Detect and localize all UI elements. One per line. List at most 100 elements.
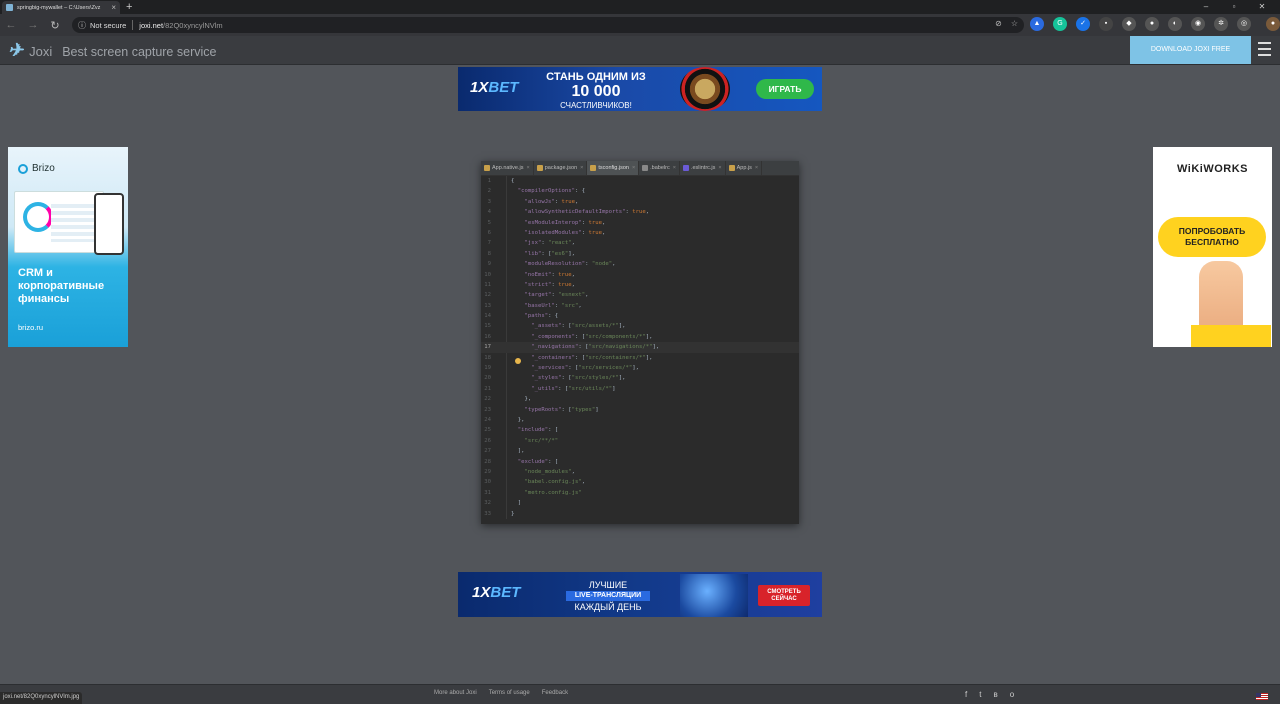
editor-tab[interactable]: .eslintrc.js × bbox=[680, 161, 726, 175]
extension-icon[interactable]: ◎ bbox=[1237, 17, 1251, 31]
maximize-icon[interactable]: ▫ bbox=[1220, 0, 1248, 14]
hamburger-menu-icon[interactable] bbox=[1258, 42, 1271, 56]
editor-tab-label: .eslintrc.js bbox=[690, 165, 716, 171]
extension-icon[interactable]: ✓ bbox=[1076, 17, 1090, 31]
line-number: 10 bbox=[484, 271, 491, 278]
info-icon[interactable]: ⓘ bbox=[78, 20, 86, 31]
code-line: 16 "_components": ["src/components/*"], bbox=[481, 332, 799, 342]
line-number: 28 bbox=[484, 458, 491, 465]
code-text: { bbox=[511, 178, 515, 184]
extension-icon[interactable]: ✲ bbox=[1214, 17, 1228, 31]
code-text: "_navigations": ["src/navigations/*"], bbox=[531, 344, 660, 351]
line-number: 33 bbox=[484, 510, 491, 517]
code-line: 30 "babel.config.js", bbox=[481, 477, 799, 487]
line-number: 14 bbox=[484, 313, 491, 320]
facebook-icon[interactable]: f bbox=[965, 690, 967, 699]
line-number: 27 bbox=[484, 448, 491, 455]
banner-line3: СЧАСТЛИВЧИКОВ! bbox=[560, 101, 632, 110]
url-domain: joxi.net bbox=[139, 20, 164, 30]
footer-link-feedback[interactable]: Feedback bbox=[542, 690, 568, 696]
extension-icon[interactable]: ▪ bbox=[1099, 17, 1113, 31]
reload-icon[interactable]: ↻ bbox=[44, 19, 66, 32]
footer-link-terms[interactable]: Terms of usage bbox=[489, 690, 530, 696]
code-text: "_services": ["src/services/*"], bbox=[531, 365, 640, 372]
editor-tabs: App.native.js × package.json × tsconfig.json… bbox=[481, 161, 799, 176]
tab-close-icon[interactable]: × bbox=[111, 3, 116, 12]
code-line: 27 ], bbox=[481, 446, 799, 456]
extensions-area: ▲ G ✓ ▪ ◆ ● ◐ ◉ ✲ ◎ ● ⋯ bbox=[1030, 17, 1280, 31]
footer-link-about[interactable]: More about Joxi bbox=[434, 690, 477, 696]
line-number: 15 bbox=[484, 323, 491, 330]
download-button[interactable]: DOWNLOAD JOXI FREE bbox=[1130, 36, 1251, 64]
file-icon bbox=[536, 165, 543, 171]
extension-icon[interactable]: ● bbox=[1145, 17, 1159, 31]
watch-now-button[interactable]: СМОТРЕТЬ СЕЙЧАС bbox=[758, 585, 810, 606]
line-number: 24 bbox=[484, 416, 491, 423]
social-links: f t в о bbox=[965, 690, 1014, 699]
banner-headline: ЛУЧШИЕ LIVE-ТРАНСЛЯЦИИ КАЖДЫЙ ДЕНЬ bbox=[558, 580, 658, 612]
line-number: 5 bbox=[487, 219, 491, 226]
code-line: 13 "baseUrl": "src", bbox=[481, 301, 799, 311]
close-window-icon[interactable]: ✕ bbox=[1248, 0, 1276, 14]
minimize-icon[interactable]: – bbox=[1192, 0, 1220, 14]
close-tab-icon[interactable]: × bbox=[580, 165, 583, 171]
tagline: Best screen capture service bbox=[62, 45, 217, 59]
address-bar[interactable]: ⓘ Not secure joxi.net /82Q0xyncylNVlm ⊘ … bbox=[72, 17, 1024, 33]
extension-icon[interactable]: ◉ bbox=[1191, 17, 1205, 31]
code-text: "_components": ["src/components/*"], bbox=[531, 333, 653, 340]
bookmark-star-icon[interactable]: ☆ bbox=[1011, 19, 1018, 28]
browser-tab[interactable]: springbig-mywallet – C:\Users\Zvz × bbox=[2, 1, 120, 14]
close-tab-icon[interactable]: × bbox=[673, 165, 676, 171]
close-tab-icon[interactable]: × bbox=[755, 165, 758, 171]
twitter-icon[interactable]: t bbox=[979, 690, 981, 699]
code-line: 29 "node_modules", bbox=[481, 467, 799, 477]
code-line: 26 "src/**/*" bbox=[481, 436, 799, 446]
extension-icon[interactable]: ▲ bbox=[1030, 17, 1044, 31]
right-ad-wikiworks[interactable]: WiKiWORKS ПОПРОБОВАТЬ БЕСПЛАТНО bbox=[1153, 147, 1272, 347]
brizo-brand: Brizo bbox=[32, 163, 55, 174]
editor-tab-label: .babelrc bbox=[650, 165, 670, 171]
odnoklassniki-icon[interactable]: о bbox=[1010, 690, 1014, 699]
close-tab-icon[interactable]: × bbox=[527, 165, 530, 171]
banner-play-button[interactable]: ИГРАТЬ bbox=[756, 79, 814, 99]
top-ad-banner[interactable]: 1XBET СТАНЬ ОДНИМ ИЗ 10 000 СЧАСТЛИВЧИКО… bbox=[458, 67, 822, 111]
line-number: 11 bbox=[484, 281, 491, 288]
code-area: 1{2 "compilerOptions": {3 "allowJs": tru… bbox=[481, 176, 799, 519]
us-flag-icon[interactable] bbox=[1256, 693, 1268, 700]
line-number: 29 bbox=[484, 468, 491, 475]
vk-icon[interactable]: в bbox=[993, 690, 997, 699]
editor-tab-label: App.native.js bbox=[492, 165, 524, 171]
editor-tab[interactable]: package.json × bbox=[534, 161, 588, 175]
close-tab-icon[interactable]: × bbox=[718, 165, 721, 171]
back-icon[interactable]: ← bbox=[0, 19, 22, 31]
line-number: 22 bbox=[484, 396, 491, 403]
editor-tab[interactable]: App.js × bbox=[726, 161, 763, 175]
code-text: "_containers": ["src/containers/*"], bbox=[531, 354, 653, 361]
code-line: 21 "_utils": ["src/utils/*"] bbox=[481, 384, 799, 394]
extension-icon[interactable]: ◐ bbox=[1168, 17, 1182, 31]
try-free-button[interactable]: ПОПРОБОВАТЬ БЕСПЛАТНО bbox=[1158, 217, 1266, 257]
editor-tab[interactable]: App.native.js × bbox=[481, 161, 534, 175]
editor-tab[interactable]: tsconfig.json × bbox=[587, 161, 640, 175]
editor-tab[interactable]: .babelrc × bbox=[639, 161, 680, 175]
line-number: 12 bbox=[484, 292, 491, 299]
code-text: "metro.config.js" bbox=[524, 489, 582, 496]
bottom-ad-banner[interactable]: 1XBET ЛУЧШИЕ LIVE-ТРАНСЛЯЦИИ КАЖДЫЙ ДЕНЬ… bbox=[458, 572, 822, 617]
page-footer: More about Joxi Terms of usage Feedback … bbox=[0, 684, 1280, 704]
joxi-logo[interactable]: ✈ Joxi Best screen capture service bbox=[8, 40, 216, 61]
line-number: 25 bbox=[484, 427, 491, 434]
tab-favicon-icon bbox=[6, 4, 13, 11]
forward-icon[interactable]: → bbox=[22, 19, 44, 31]
grammarly-icon[interactable]: G bbox=[1053, 17, 1067, 31]
wikiworks-logo: WiKiWORKS bbox=[1176, 163, 1248, 175]
new-tab-button[interactable]: + bbox=[126, 0, 132, 14]
dashboard-screenshot bbox=[14, 191, 104, 253]
profile-avatar[interactable]: ● bbox=[1266, 17, 1280, 31]
blocked-icon[interactable]: ⊘ bbox=[995, 19, 1002, 28]
extension-icon[interactable]: ◆ bbox=[1122, 17, 1136, 31]
line-number: 2 bbox=[487, 188, 491, 195]
left-ad-brizo[interactable]: Brizo CRM и корпоративные финансы brizo.… bbox=[8, 147, 128, 347]
close-tab-icon[interactable]: × bbox=[632, 165, 635, 171]
sleeve-shape bbox=[1191, 325, 1271, 347]
file-icon bbox=[642, 165, 649, 171]
